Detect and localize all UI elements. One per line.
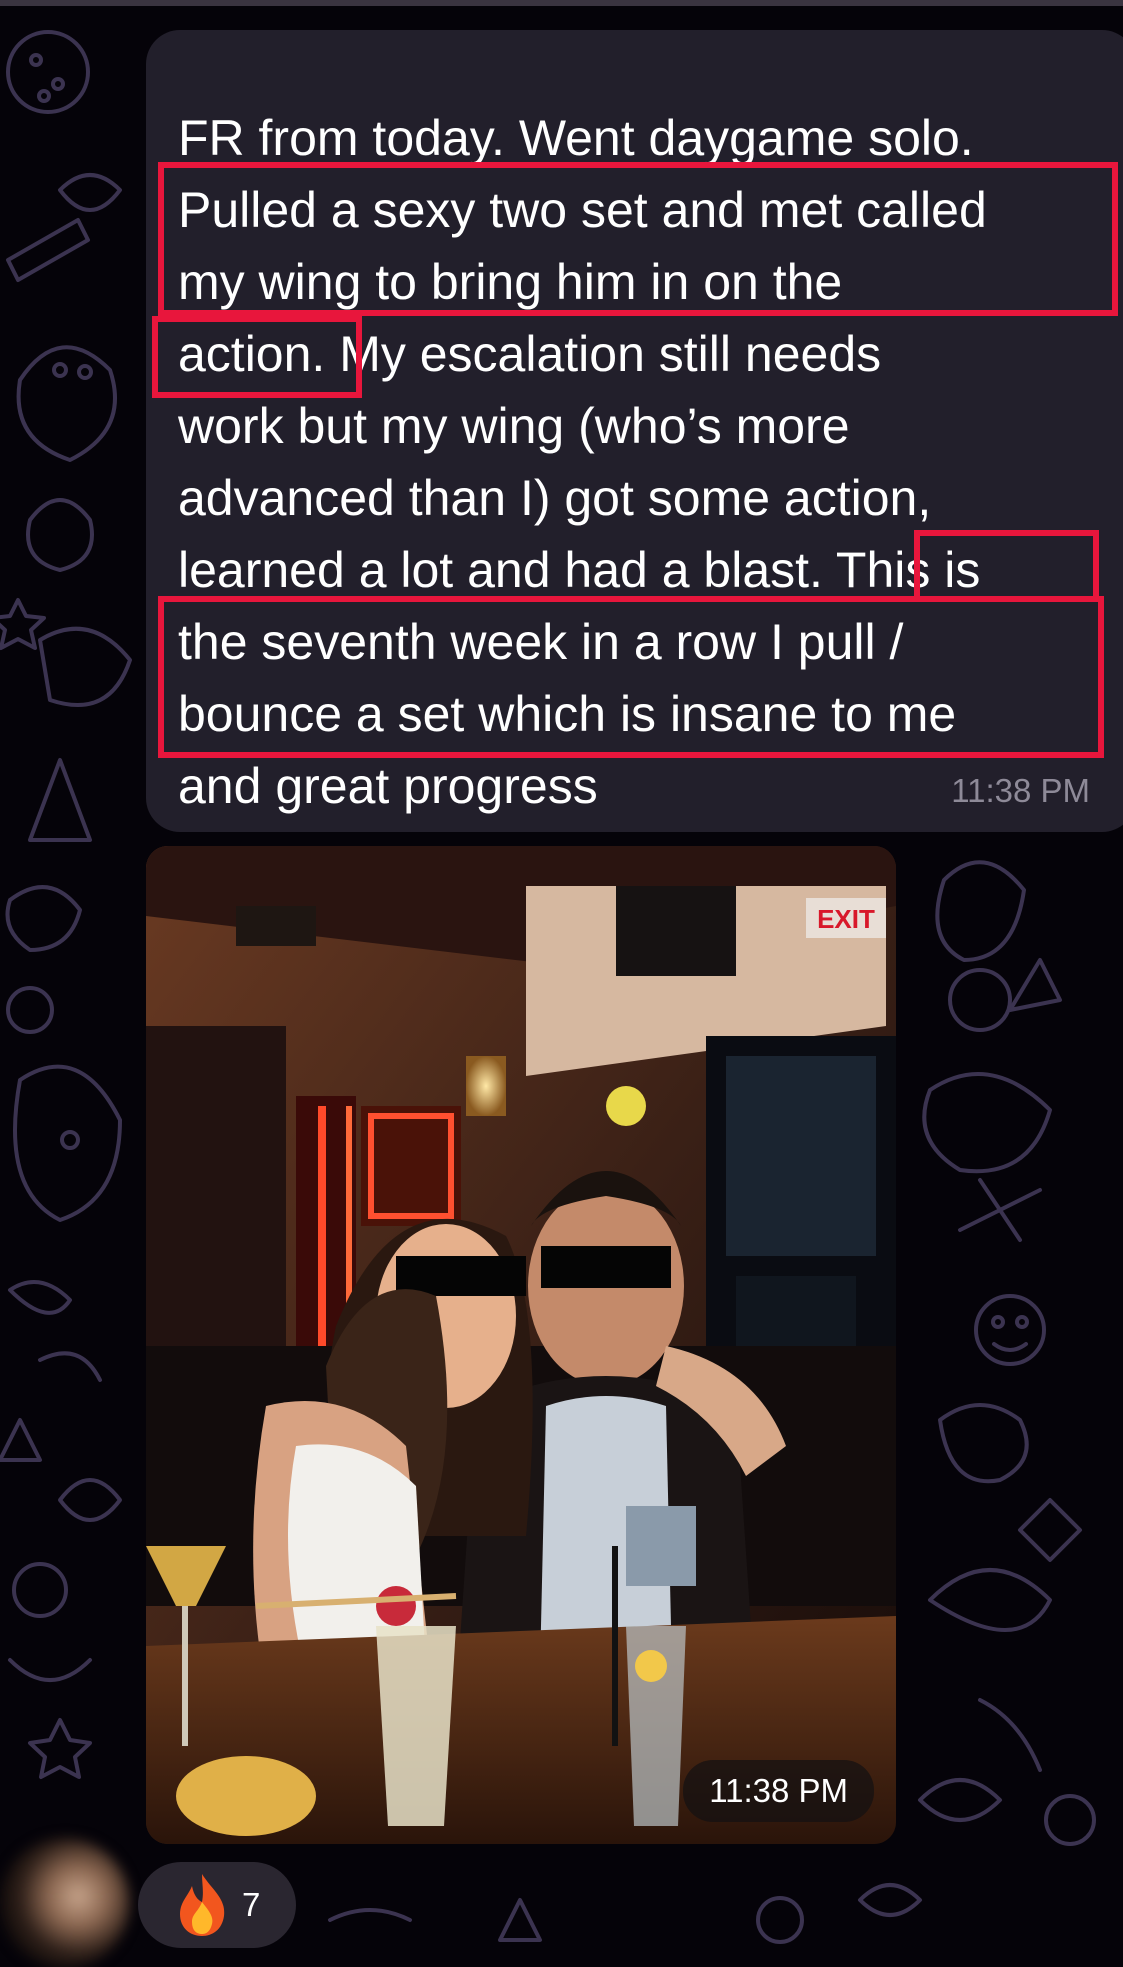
highlight-box-pulled — [158, 162, 1118, 316]
highlight-box-action — [152, 316, 362, 398]
svg-text:EXIT: EXIT — [817, 904, 875, 934]
photo-icon: EXIT — [146, 846, 896, 1844]
message-line: advanced than I) got some action, — [178, 470, 932, 526]
photo-timestamp: 11:38 PM — [683, 1760, 874, 1822]
reaction-count: 7 — [242, 1886, 261, 1923]
message-line: work but my wing (who’s more — [178, 398, 850, 454]
top-divider — [0, 0, 1123, 6]
message-timestamp: 11:38 PM — [951, 772, 1090, 809]
chat-area: FR from today. Went daygame solo. Pulled… — [0, 0, 1123, 1967]
sender-avatar[interactable] — [0, 1838, 130, 1967]
photo-message-bubble[interactable]: EXIT 11:38 PM — [146, 846, 896, 1844]
reaction-pill[interactable]: 7 — [138, 1862, 296, 1948]
fire-icon — [180, 1874, 225, 1936]
highlight-box-this-is — [914, 530, 1099, 602]
highlight-box-seventh-week — [158, 596, 1104, 758]
